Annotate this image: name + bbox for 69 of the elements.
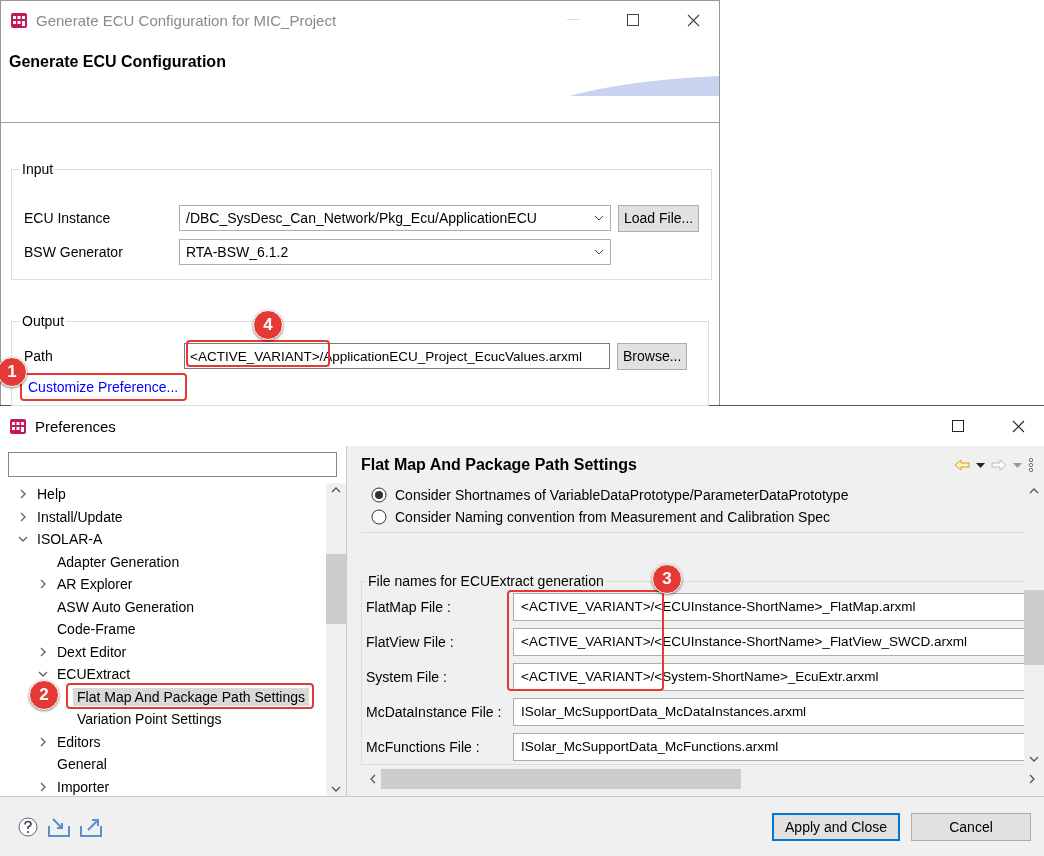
chevron-right-icon[interactable] — [18, 489, 28, 500]
help-icon[interactable] — [18, 816, 38, 837]
tree-item[interactable]: Code-Frame — [53, 620, 140, 639]
dialog-heading: Generate ECU Configuration — [8, 52, 226, 72]
apply-and-close-button[interactable]: Apply and Close — [772, 812, 900, 841]
chevron-right-icon[interactable] — [38, 646, 48, 657]
export-icon[interactable] — [80, 816, 102, 837]
chevron-right-icon[interactable] — [38, 736, 48, 747]
tree-item[interactable]: Dext Editor — [53, 642, 131, 661]
field-label: FlatMap File : — [366, 598, 452, 615]
scroll-right-icon[interactable] — [1028, 774, 1036, 784]
field-label: Path — [24, 348, 54, 364]
browse-button[interactable]: Browse... — [617, 342, 688, 370]
tree-item[interactable]: Importer — [53, 777, 114, 796]
window-title: Generate ECU Configuration for MIC_Project — [36, 11, 337, 29]
tree-item[interactable]: ISOLAR-A — [33, 530, 107, 549]
tree-item[interactable]: General — [53, 755, 111, 774]
radio-label: Consider Naming convention from Measurement and Calibration Spec — [395, 509, 830, 525]
scroll-thumb[interactable] — [1024, 590, 1044, 665]
scrollbar[interactable] — [326, 483, 346, 796]
tree-item[interactable]: AR Explorer — [53, 575, 137, 594]
tree-item[interactable]: Help — [33, 485, 70, 504]
maximize-icon[interactable] — [952, 420, 964, 432]
field-label: McFunctions File : — [366, 738, 481, 755]
window-title: Preferences — [35, 417, 116, 435]
file-name-field[interactable]: ISolar_McSupportData_McDataInstances.arxml — [513, 697, 1024, 726]
chevron-right-icon[interactable] — [38, 579, 48, 590]
customize-link[interactable]: Customize Preference... — [28, 379, 179, 395]
scroll-thumb[interactable] — [381, 769, 741, 789]
field-label: ECU Instance — [24, 210, 112, 226]
chevron-right-icon[interactable] — [38, 781, 48, 792]
scroll-up-icon[interactable] — [331, 486, 341, 494]
group-legend: Output — [20, 313, 67, 329]
tree-item[interactable]: Editors — [53, 732, 105, 751]
field-label: FlatView File : — [366, 633, 455, 650]
load-file-button[interactable]: Load File... — [618, 204, 700, 232]
group-legend: Input — [20, 161, 56, 177]
more-icon[interactable] — [1028, 458, 1034, 472]
filter-field[interactable] — [8, 452, 337, 477]
maximize-icon[interactable] — [627, 14, 639, 26]
scroll-up-icon[interactable] — [1029, 487, 1039, 495]
chevron-right-icon[interactable] — [18, 511, 28, 522]
app-icon — [10, 11, 28, 29]
file-name-field[interactable]: ISolar_McSupportData_McFunctions.arxml — [513, 732, 1024, 761]
combo-box[interactable]: RTA-BSW_6.1.2 — [179, 239, 611, 265]
scroll-down-icon[interactable] — [331, 785, 341, 793]
radio-button[interactable] — [371, 487, 387, 503]
cancel-button[interactable]: Cancel — [911, 812, 1031, 841]
close-icon[interactable] — [686, 13, 700, 27]
scroll-left-icon[interactable] — [369, 774, 377, 784]
page-title: Flat Map And Package Path Settings — [361, 456, 637, 474]
scroll-thumb[interactable] — [326, 554, 346, 624]
field-label: System File : — [366, 668, 448, 685]
group-legend: File names for ECUExtract generation — [366, 573, 606, 589]
import-icon[interactable] — [48, 816, 70, 837]
field-label: McDataInstance File : — [366, 703, 503, 720]
tree-item[interactable]: Variation Point Settings — [73, 710, 226, 729]
close-icon[interactable] — [1011, 419, 1025, 433]
dropdown-icon[interactable] — [976, 462, 985, 468]
field-label: BSW Generator — [24, 244, 124, 260]
tree-item[interactable]: Flat Map And Package Path Settings — [73, 687, 310, 706]
app-icon — [9, 417, 27, 435]
radio-label: Consider Shortnames of VariableDataPrototype/ParameterDataPrototype — [395, 487, 849, 503]
tree-item[interactable]: ASW Auto Generation — [53, 597, 198, 616]
combo-box[interactable]: /DBC_SysDesc_Can_Network/Pkg_Ecu/ApplicationECU — [179, 205, 611, 231]
scroll-down-icon[interactable] — [1029, 755, 1039, 763]
tree-item[interactable]: Install/Update — [33, 507, 127, 526]
tree-item[interactable]: Adapter Generation — [53, 552, 184, 571]
radio-button[interactable] — [371, 509, 387, 525]
